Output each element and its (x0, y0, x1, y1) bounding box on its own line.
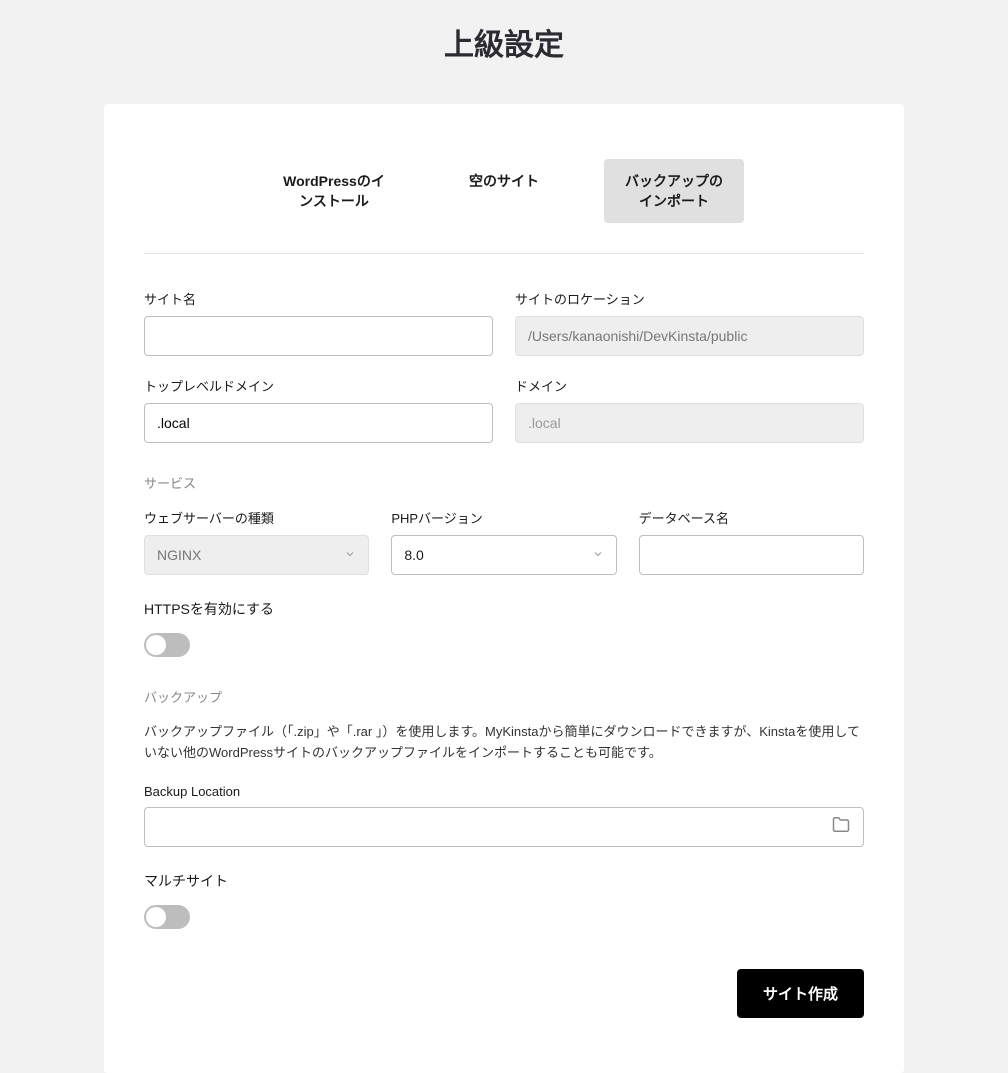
tab-empty-site[interactable]: 空のサイト (434, 159, 574, 223)
multisite-label: マルチサイト (144, 871, 864, 891)
toggle-knob (146, 635, 166, 655)
settings-card: WordPressのインストール 空のサイト バックアップのインポート サイト名… (104, 104, 904, 1073)
tabs: WordPressのインストール 空のサイト バックアップのインポート (144, 159, 864, 223)
backup-location-label: Backup Location (144, 784, 864, 799)
page-title: 上級設定 (0, 0, 1008, 104)
folder-icon[interactable] (832, 815, 850, 838)
multisite-toggle[interactable] (144, 905, 190, 929)
php-select[interactable]: 8.0 (391, 535, 616, 575)
chevron-down-icon (592, 547, 604, 563)
backup-location-input[interactable] (144, 807, 864, 847)
divider (144, 253, 864, 254)
chevron-down-icon (344, 547, 356, 563)
domain-input (515, 403, 864, 443)
site-name-label: サイト名 (144, 289, 493, 308)
https-label: HTTPSを有効にする (144, 599, 864, 619)
db-input[interactable] (639, 535, 864, 575)
webserver-value: NGINX (157, 547, 201, 563)
webserver-label: ウェブサーバーの種類 (144, 508, 369, 527)
tld-label: トップレベルドメイン (144, 376, 493, 395)
tab-wordpress-install[interactable]: WordPressのインストール (264, 159, 404, 223)
php-label: PHPバージョン (391, 508, 616, 527)
domain-label: ドメイン (515, 376, 864, 395)
create-site-button[interactable]: サイト作成 (737, 969, 864, 1018)
backup-heading: バックアップ (144, 687, 864, 706)
php-value: 8.0 (404, 547, 423, 563)
services-heading: サービス (144, 473, 864, 492)
webserver-select: NGINX (144, 535, 369, 575)
db-label: データベース名 (639, 508, 864, 527)
site-location-input (515, 316, 864, 356)
site-location-label: サイトのロケーション (515, 289, 864, 308)
toggle-knob (146, 907, 166, 927)
backup-description: バックアップファイル（「.zip」や「.rar 」）を使用します。MyKinst… (144, 722, 864, 764)
https-toggle[interactable] (144, 633, 190, 657)
site-name-input[interactable] (144, 316, 493, 356)
tld-input[interactable] (144, 403, 493, 443)
tab-import-backup[interactable]: バックアップのインポート (604, 159, 744, 223)
